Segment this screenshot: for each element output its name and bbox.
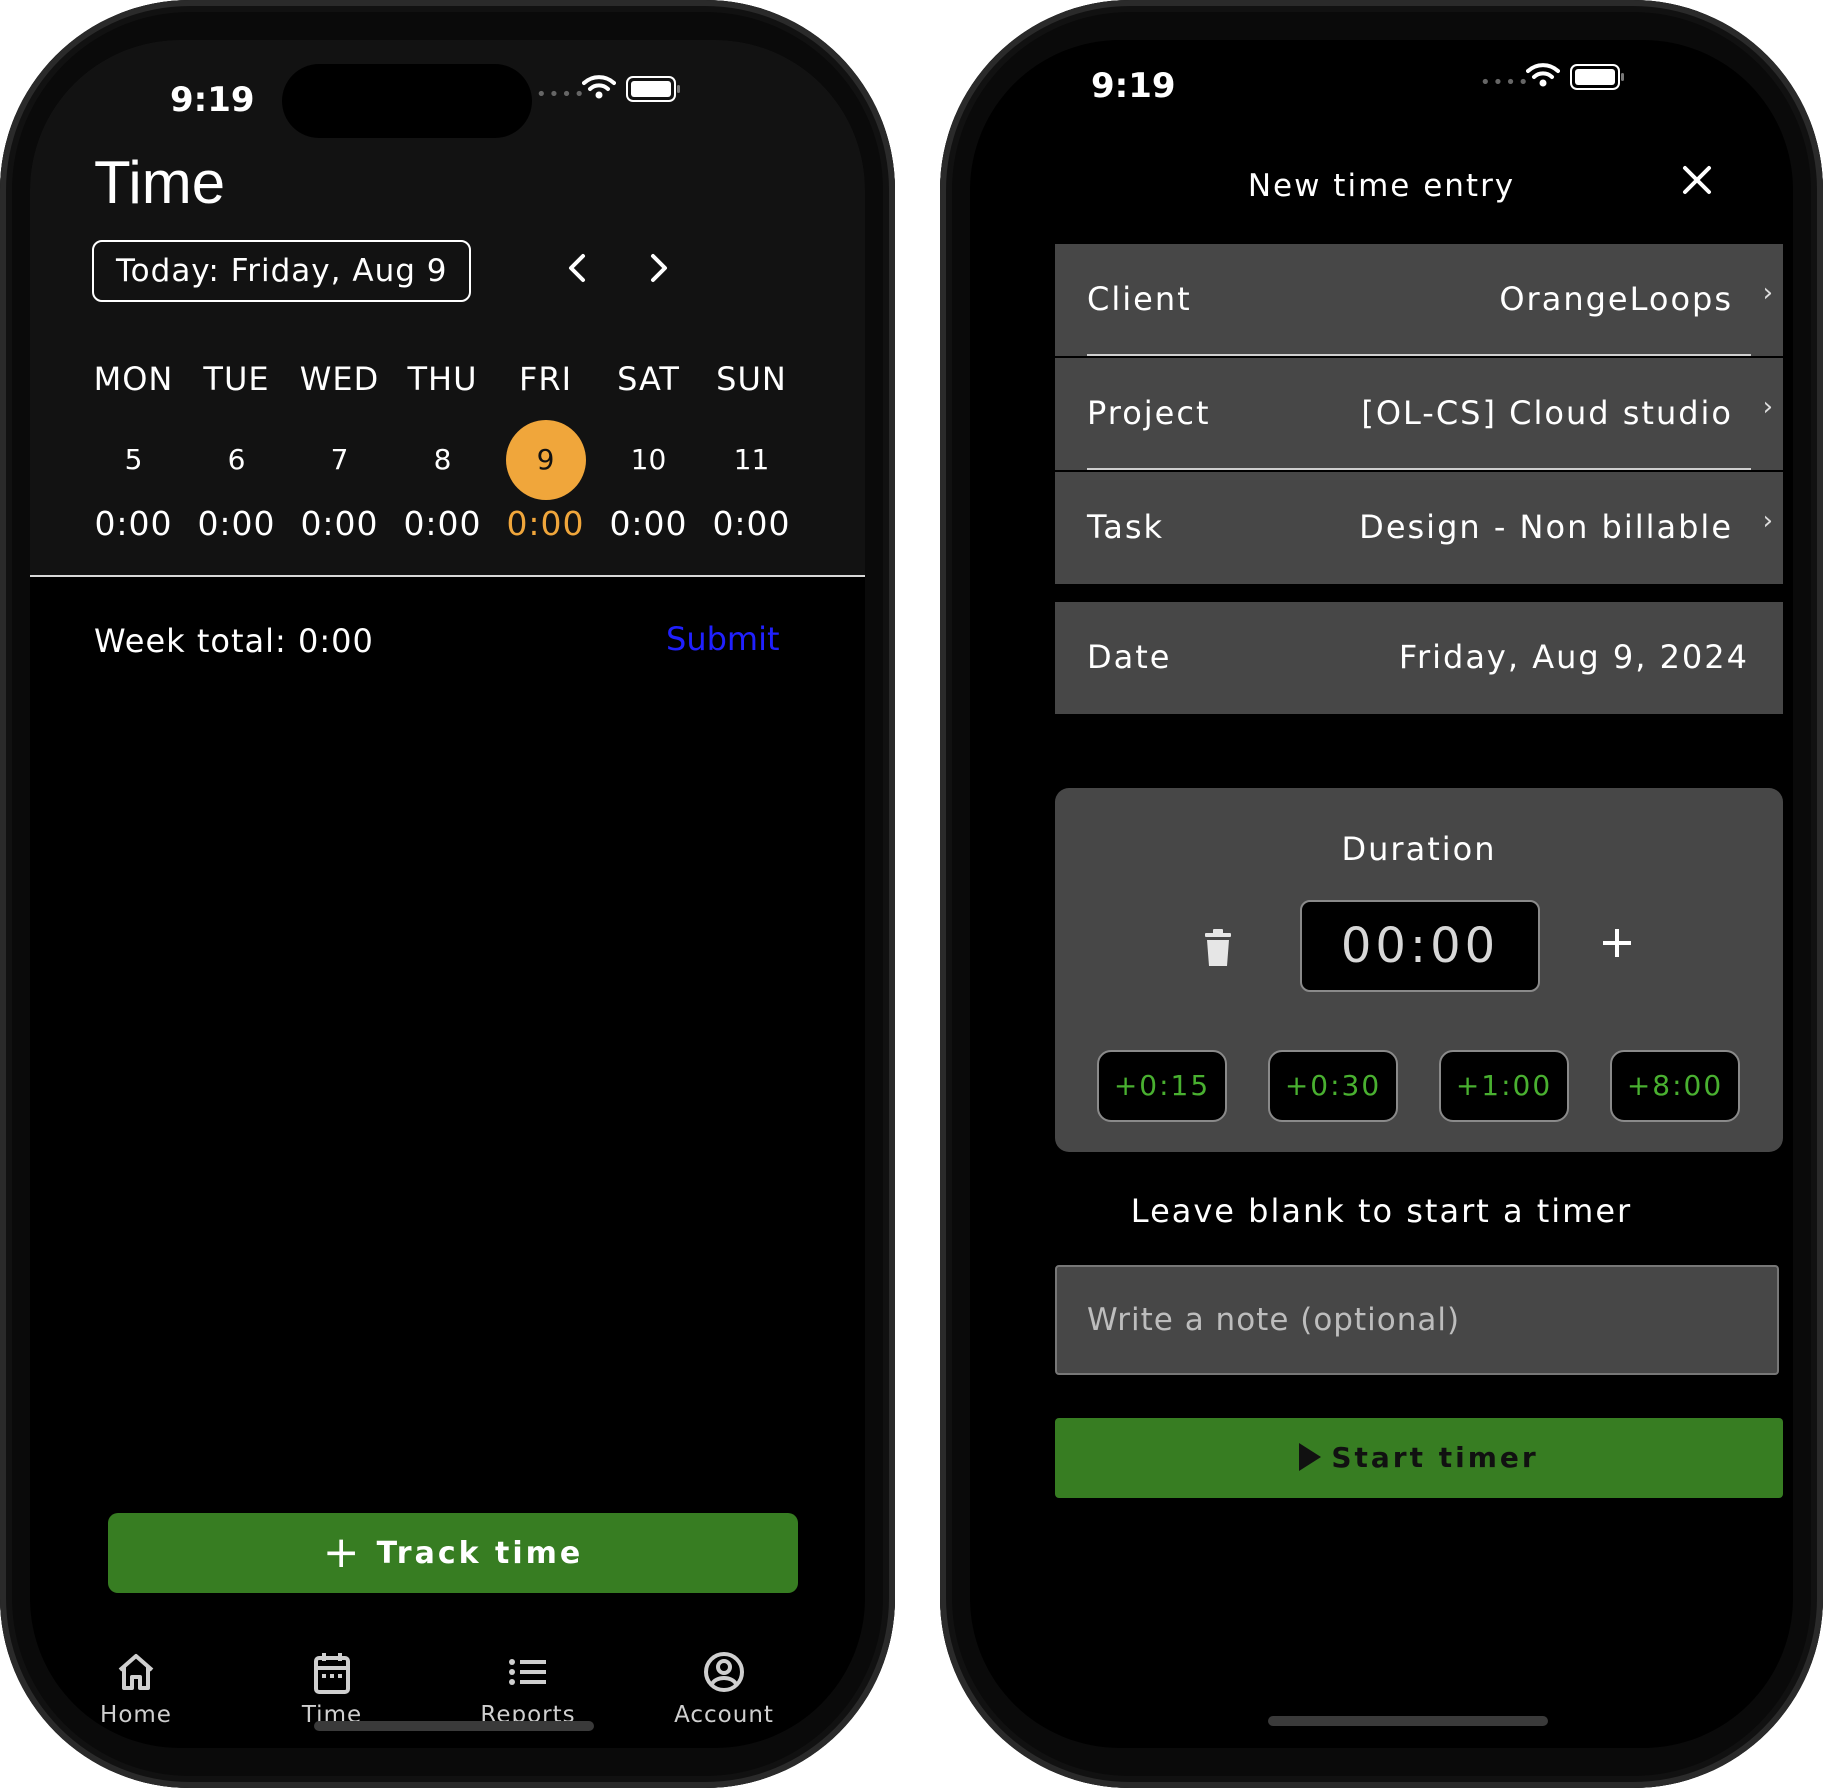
start-timer-button[interactable]: Start timer bbox=[1055, 1418, 1783, 1498]
status-time: 9:19 bbox=[170, 80, 255, 120]
day-name: SAT bbox=[617, 360, 680, 398]
day-hours: 0:00 bbox=[94, 504, 173, 543]
today-button[interactable]: Today: Friday, Aug 9 bbox=[92, 240, 472, 302]
date-row[interactable]: Date Friday, Aug 9, 2024 bbox=[1055, 602, 1783, 714]
day-hours: 0:00 bbox=[403, 504, 482, 543]
home-indicator bbox=[314, 1721, 594, 1731]
day-thu[interactable]: THU 8 0:00 bbox=[391, 360, 494, 543]
page-title: Time bbox=[94, 149, 226, 216]
day-hours: 0:00 bbox=[712, 504, 791, 543]
project-row[interactable]: Project [OL-CS] Cloud studio › bbox=[1055, 358, 1783, 470]
home-icon bbox=[56, 1650, 216, 1700]
modal-title: New time entry bbox=[1247, 168, 1516, 204]
selected-day-number: 9 bbox=[505, 420, 586, 500]
status-time: 9:19 bbox=[1091, 66, 1176, 106]
duration-card: Duration 00:00 +0:15 +0:30 +1:00 +8:00 bbox=[1055, 788, 1783, 1152]
day-mon[interactable]: MON 5 0:00 bbox=[82, 360, 185, 543]
play-icon bbox=[1299, 1443, 1322, 1471]
project-label: Project bbox=[1087, 394, 1211, 432]
client-row[interactable]: Client OrangeLoops › bbox=[1055, 244, 1783, 356]
tab-label: Account bbox=[674, 1702, 774, 1728]
tab-account[interactable]: Account bbox=[644, 1650, 804, 1728]
day-hours: 0:00 bbox=[506, 504, 585, 543]
day-number: 10 bbox=[630, 443, 667, 476]
status-bar: 9:19 •••• bbox=[30, 40, 865, 140]
duration-title: Duration bbox=[1341, 830, 1497, 868]
date-label: Date bbox=[1087, 638, 1172, 676]
left-phone: 9:19 •••• Time Today: Friday, Aug 9 MON … bbox=[0, 0, 895, 1788]
new-entry-screen: 9:19 •••• New time entry Client OrangeLo… bbox=[970, 40, 1793, 1748]
add-1h-button[interactable]: +1:00 bbox=[1439, 1050, 1569, 1122]
day-number: 5 bbox=[124, 443, 143, 476]
signal-icon: •••• bbox=[536, 84, 587, 105]
trash-icon[interactable] bbox=[1203, 928, 1233, 968]
dynamic-island bbox=[282, 64, 532, 138]
add-30-button[interactable]: +0:30 bbox=[1268, 1050, 1398, 1122]
week-header: 9:19 •••• Time Today: Friday, Aug 9 MON … bbox=[30, 40, 865, 577]
client-label: Client bbox=[1087, 280, 1192, 318]
day-number: 7 bbox=[330, 443, 349, 476]
client-value: OrangeLoops bbox=[1499, 280, 1733, 318]
week-total: Week total: 0:00 bbox=[94, 622, 374, 660]
chevron-right-icon: › bbox=[1762, 392, 1773, 422]
day-sun[interactable]: SUN 11 0:00 bbox=[700, 360, 803, 543]
right-phone: 9:19 •••• New time entry Client OrangeLo… bbox=[940, 0, 1823, 1788]
day-name: SUN bbox=[716, 360, 787, 398]
account-icon bbox=[644, 1650, 804, 1700]
track-time-button[interactable]: + Track time bbox=[108, 1513, 798, 1593]
day-sat[interactable]: SAT 10 0:00 bbox=[597, 360, 700, 543]
day-name: MON bbox=[93, 360, 174, 398]
wifi-icon bbox=[1526, 63, 1560, 87]
task-value: Design - Non billable bbox=[1359, 508, 1733, 546]
plus-icon: + bbox=[322, 1527, 363, 1578]
battery-icon bbox=[626, 76, 680, 102]
day-name: TUE bbox=[203, 360, 270, 398]
calendar-icon bbox=[252, 1650, 412, 1700]
tab-reports[interactable]: Reports bbox=[448, 1650, 608, 1728]
tab-home[interactable]: Home bbox=[56, 1650, 216, 1728]
note-input[interactable] bbox=[1055, 1265, 1779, 1375]
day-wed[interactable]: WED 7 0:00 bbox=[288, 360, 391, 543]
status-bar: 9:19 •••• bbox=[970, 40, 1793, 140]
divider bbox=[1087, 468, 1751, 470]
date-value: Friday, Aug 9, 2024 bbox=[1398, 638, 1749, 676]
add-15-button[interactable]: +0:15 bbox=[1097, 1050, 1227, 1122]
timer-hint: Leave blank to start a timer bbox=[1130, 1192, 1633, 1230]
day-name: FRI bbox=[518, 360, 573, 398]
duration-input[interactable]: 00:00 bbox=[1300, 900, 1540, 992]
day-hours: 0:00 bbox=[300, 504, 379, 543]
start-timer-label: Start timer bbox=[1331, 1441, 1539, 1474]
list-icon bbox=[448, 1650, 608, 1700]
plus-icon[interactable] bbox=[1600, 918, 1634, 968]
day-name: WED bbox=[299, 360, 380, 398]
divider bbox=[1087, 354, 1751, 356]
time-screen: 9:19 •••• Time Today: Friday, Aug 9 MON … bbox=[30, 40, 865, 1748]
chevron-right-icon: › bbox=[1762, 278, 1773, 308]
task-label: Task bbox=[1087, 508, 1165, 546]
submit-link[interactable]: Submit bbox=[666, 620, 780, 658]
day-number: 6 bbox=[227, 443, 246, 476]
tab-label: Home bbox=[100, 1702, 172, 1728]
project-value: [OL-CS] Cloud studio bbox=[1361, 394, 1733, 432]
close-icon[interactable] bbox=[1680, 158, 1714, 204]
add-8h-button[interactable]: +8:00 bbox=[1610, 1050, 1740, 1122]
chevron-left-icon[interactable] bbox=[566, 248, 588, 295]
day-hours: 0:00 bbox=[609, 504, 688, 543]
day-number: 11 bbox=[733, 443, 770, 476]
home-indicator bbox=[1268, 1716, 1548, 1726]
task-row[interactable]: Task Design - Non billable › bbox=[1055, 472, 1783, 584]
day-fri[interactable]: FRI 9 0:00 bbox=[494, 360, 597, 543]
chevron-right-icon[interactable] bbox=[648, 248, 670, 295]
day-hours: 0:00 bbox=[197, 504, 276, 543]
track-time-label: Track time bbox=[376, 1536, 584, 1571]
signal-icon: •••• bbox=[1480, 72, 1531, 93]
tab-bar: Home Time Reports Account bbox=[30, 1650, 865, 1748]
day-number: 8 bbox=[433, 443, 452, 476]
chevron-right-icon: › bbox=[1762, 506, 1773, 536]
wifi-icon bbox=[582, 75, 616, 99]
tab-time[interactable]: Time bbox=[252, 1650, 412, 1728]
day-name: THU bbox=[407, 360, 478, 398]
day-tue[interactable]: TUE 6 0:00 bbox=[185, 360, 288, 543]
battery-icon bbox=[1570, 64, 1624, 90]
